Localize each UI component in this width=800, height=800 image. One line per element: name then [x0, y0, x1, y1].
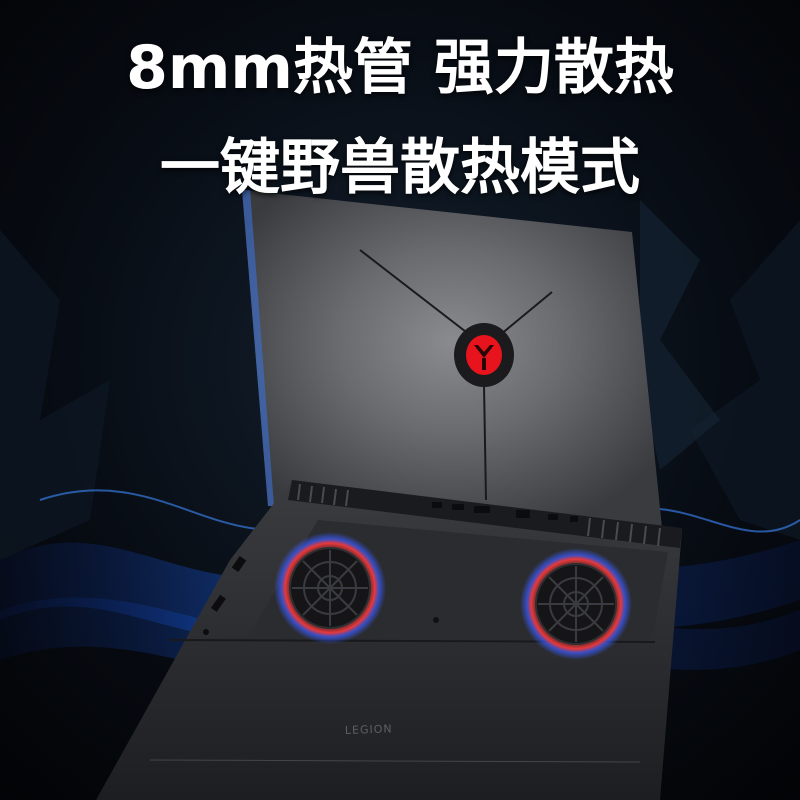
fan-icon	[538, 566, 614, 642]
headline-line-1: 8mm热管 强力散热	[126, 33, 674, 103]
product-image: LEGION 8mm热管 强力散热 一键野兽散热模式	[0, 0, 800, 800]
fan-left	[274, 532, 386, 644]
fan-icon	[292, 550, 368, 626]
headline-line-2: 一键野兽散热模式	[160, 133, 640, 203]
bottom-logo: LEGION	[345, 722, 393, 737]
laptop-scene: LEGION	[0, 0, 800, 800]
legion-y-logo-icon	[454, 323, 514, 387]
screw-hole	[433, 617, 439, 623]
fan-right	[520, 548, 632, 660]
laptop-lid	[242, 190, 662, 528]
